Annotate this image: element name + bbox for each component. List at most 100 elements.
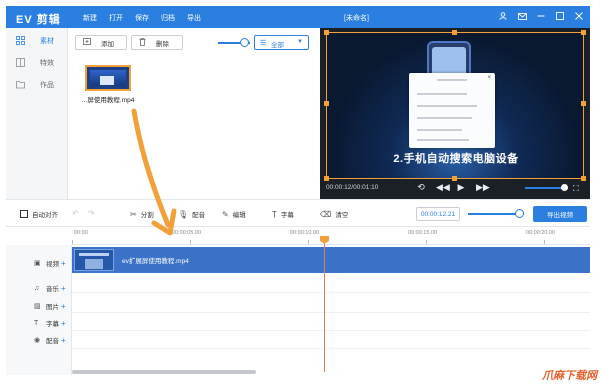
add-file-icon: [83, 38, 91, 47]
grid-icon: [16, 36, 26, 46]
clip-name: ev扩展屏使用教程.mp4: [122, 258, 189, 265]
chevron-down-icon: ▼: [297, 39, 303, 45]
ruler-label: 00:00:10.00: [290, 230, 320, 236]
music-icon: ♫: [34, 284, 40, 292]
fullscreen-icon[interactable]: ⛶: [573, 184, 579, 194]
subtitle-button[interactable]: Ṭ 字幕: [272, 209, 294, 220]
mic-icon: ◉: [34, 337, 41, 344]
media-panel: 添加 删除 ☰ 全部 ▼ ...屏使用教程.mp4: [68, 28, 320, 199]
slider-knob[interactable]: [240, 38, 249, 47]
clear-button[interactable]: ⌫ 清空: [320, 209, 349, 220]
resize-handle[interactable]: [324, 101, 329, 106]
track-label: 视频: [46, 261, 59, 268]
track-headers: ▣ 视频 + ♫ 音乐 + ▨ 图片 + T 字幕 + ◉ 配音 +: [6, 245, 72, 375]
add-track-icon[interactable]: +: [61, 336, 66, 345]
clip-thumbnail: [74, 249, 114, 271]
user-icon[interactable]: [498, 10, 508, 22]
volume-slider[interactable]: [525, 184, 568, 191]
filter-value: 全部: [271, 42, 284, 49]
track-label: 图片: [46, 304, 59, 311]
clear-label: 清空: [335, 212, 349, 219]
image-icon: ▨: [34, 303, 41, 310]
trash-icon: [139, 37, 146, 48]
music-track-lane[interactable]: [72, 273, 590, 293]
delete-button-label: 删除: [156, 40, 169, 48]
main-menu: 新建 打开 保存 归档 导出: [83, 13, 201, 23]
add-track-icon[interactable]: +: [61, 302, 66, 311]
redo-button[interactable]: ↷: [88, 209, 95, 218]
image-track-lane[interactable]: [72, 293, 590, 313]
menu-export[interactable]: 导出: [187, 13, 201, 23]
rewind-icon[interactable]: ◀◀: [436, 182, 450, 193]
horizontal-scrollbar[interactable]: [72, 370, 256, 374]
add-track-icon[interactable]: +: [61, 284, 66, 293]
folder-icon: [16, 80, 26, 90]
track-label: 字幕: [46, 321, 59, 328]
auto-align-checkbox[interactable]: 自动对齐: [20, 209, 58, 219]
sidebar-item-works[interactable]: 作品: [6, 74, 68, 96]
watermark-text: 爪麻下载网: [542, 370, 597, 382]
export-video-button[interactable]: 导出视频: [533, 206, 587, 222]
window-controls: [498, 10, 584, 22]
menu-open[interactable]: 打开: [109, 13, 123, 23]
add-track-icon[interactable]: +: [61, 319, 66, 328]
sidebar-item-materials[interactable]: 素材: [6, 30, 68, 52]
resize-handle[interactable]: [324, 30, 329, 35]
maximize-icon[interactable]: [555, 10, 565, 22]
preview-panel: × 2.手机自动搜索电脑设备 00:00:12/00:01:10 ⟲ ◀◀ ▶ …: [320, 28, 590, 199]
slider-knob[interactable]: [515, 209, 524, 218]
auto-align-label: 自动对齐: [32, 212, 58, 219]
volume-knob[interactable]: [561, 184, 568, 191]
sidebar-item-label: 素材: [40, 38, 54, 45]
close-icon[interactable]: [574, 10, 584, 22]
menu-save[interactable]: 保存: [135, 13, 149, 23]
project-title: [未命名]: [344, 15, 369, 22]
sidebar-item-label: 特效: [40, 60, 54, 67]
edit-toolbar: 自动对齐 ↶ ↷ ✂ 分割 🎙 配音 ✎ 编辑 Ṭ 字幕 ⌫ 清空 00:00:…: [6, 199, 590, 227]
subtitle-label: 字幕: [280, 212, 294, 219]
sidebar-item-effects[interactable]: 特效: [6, 52, 68, 74]
timeline-zoom-slider[interactable]: [468, 209, 524, 218]
ruler-label: 00:00:20.00: [526, 230, 556, 236]
timeline: 00:00 00:00:05.00 00:00:10.00 00:00:15.0…: [6, 227, 590, 375]
media-filter-select[interactable]: ☰ 全部 ▼: [254, 35, 309, 50]
mail-icon[interactable]: [517, 10, 527, 22]
fast-forward-icon[interactable]: ▶▶: [476, 182, 490, 193]
menu-archive[interactable]: 归档: [161, 13, 175, 23]
dub-label: 配音: [192, 212, 206, 219]
delete-button[interactable]: 删除: [131, 35, 183, 50]
add-track-icon[interactable]: +: [61, 259, 66, 268]
dialog-image: ×: [409, 73, 495, 148]
playhead-line[interactable]: [324, 236, 325, 372]
track-header-music[interactable]: ♫ 音乐 +: [6, 278, 72, 298]
media-thumbnail[interactable]: [85, 65, 131, 91]
resize-handle[interactable]: [581, 30, 586, 35]
pencil-icon: ✎: [222, 209, 229, 219]
thumbnail-size-slider[interactable]: [218, 38, 250, 47]
menu-new[interactable]: 新建: [83, 13, 97, 23]
track-header-video[interactable]: ▣ 视频 +: [6, 253, 72, 273]
title-bar: EV 剪辑 新建 打开 保存 归档 导出 [未命名]: [6, 6, 590, 28]
text-icon: T: [34, 319, 39, 327]
minimize-icon[interactable]: [536, 10, 546, 22]
play-icon[interactable]: ▶: [456, 182, 466, 193]
track-header-dub[interactable]: ◉ 配音 +: [6, 330, 72, 350]
edit-button[interactable]: ✎ 编辑: [222, 209, 246, 220]
annotation-arrow: [131, 108, 177, 236]
fx-icon: [16, 58, 26, 68]
resize-handle[interactable]: [452, 30, 457, 35]
timecode-display[interactable]: 00:00:12.21: [416, 207, 460, 221]
add-button-label: 添加: [101, 40, 114, 48]
replay-icon[interactable]: ⟲: [416, 182, 426, 193]
add-button[interactable]: 添加: [75, 35, 127, 50]
checkbox-box[interactable]: [20, 210, 28, 218]
subtitle-track-lane[interactable]: [72, 311, 590, 331]
resize-handle[interactable]: [581, 101, 586, 106]
undo-button[interactable]: ↶: [72, 209, 79, 218]
playback-controls: 00:00:12/00:01:10 ⟲ ◀◀ ▶ ▶▶ ⛶: [320, 179, 590, 199]
preview-screen[interactable]: × 2.手机自动搜索电脑设备: [326, 32, 584, 179]
dub-track-lane[interactable]: [72, 329, 590, 349]
ruler-label: 00:00:15.00: [408, 230, 438, 236]
app-logo: EV 剪辑: [16, 14, 61, 26]
redo-icon: ↷: [88, 209, 95, 218]
